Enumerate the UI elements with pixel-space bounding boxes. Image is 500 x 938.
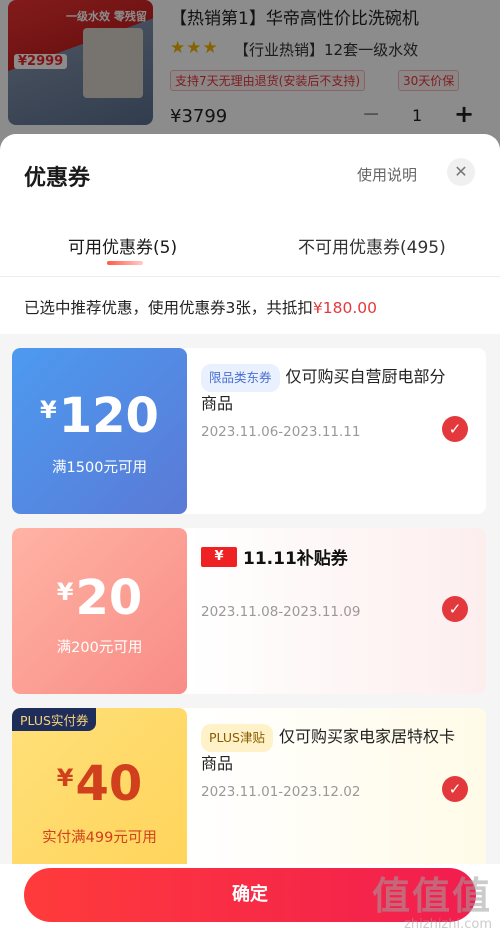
yen-symbol: ¥ (56, 764, 74, 792)
usage-help-link[interactable]: 使用说明 (357, 164, 417, 185)
coupon-amount: ¥40 (12, 756, 187, 812)
plus-coupon-badge: PLUS实付券 (12, 708, 97, 731)
coupon-info: PLUS津贴 仅可购买家电家居特权卡商品 2023.11.01-2023.12.0… (187, 708, 486, 864)
active-tab-indicator (107, 261, 143, 265)
selected-check-icon[interactable]: ✓ (442, 776, 468, 802)
coupon-amount: ¥120 (12, 388, 187, 444)
coupon-card[interactable]: ¥20 满200元可用 ¥ 11.11补贴券 2023.11.08-2023.1… (12, 528, 486, 694)
coupon-validity-date: 2023.11.06-2023.11.11 (201, 424, 361, 440)
watermark-url: zhizhizhi.com (404, 917, 492, 932)
coupon-amount-value: 40 (75, 756, 143, 812)
summary-amount: ¥180.00 (312, 299, 377, 317)
tab-available[interactable]: 可用优惠券(5) (68, 233, 177, 258)
yen-icon: ¥ (201, 546, 237, 567)
yen-symbol: ¥ (40, 396, 57, 424)
close-button[interactable]: ✕ (447, 158, 475, 186)
coupon-sheet: 优惠券 使用说明 ✕ 可用优惠券(5) 不可用优惠券(495) 已选中推荐优惠，… (0, 134, 500, 938)
selected-check-icon[interactable]: ✓ (442, 596, 468, 622)
coupon-description: 限品类东券 仅可购买自营厨电部分商品 (201, 364, 461, 416)
subsidy-label: 11.11补贴券 (243, 549, 348, 569)
coupon-condition: 满1500元可用 (52, 460, 147, 476)
selected-check-icon[interactable]: ✓ (442, 416, 468, 442)
coupon-value-panel: PLUS实付券 ¥40 实付满499元可用 (12, 708, 187, 864)
tab-unavailable[interactable]: 不可用优惠券(495) (298, 233, 446, 258)
coupon-list[interactable]: ¥120 满1500元可用 限品类东券 仅可购买自营厨电部分商品 2023.11.… (0, 334, 500, 864)
coupon-info: ¥ 11.11补贴券 2023.11.08-2023.11.09 ✓ (187, 528, 486, 694)
sheet-footer: 确定 值值值 zhizhizhi.com (0, 864, 500, 938)
coupon-condition: 实付满499元可用 (42, 830, 157, 846)
summary-text: 已选中推荐优惠，使用优惠券3张，共抵扣 (24, 299, 313, 317)
discount-summary: 已选中推荐优惠，使用优惠券3张，共抵扣¥180.00 (24, 296, 377, 318)
coupon-value-panel: ¥20 满200元可用 (12, 528, 187, 694)
coupon-amount-value: 20 (75, 570, 143, 626)
coupon-info: 限品类东券 仅可购买自营厨电部分商品 2023.11.06-2023.11.11 … (187, 348, 486, 514)
close-icon: ✕ (454, 162, 468, 181)
coupon-category-tag: 限品类东券 (201, 364, 280, 392)
coupon-category-tag: PLUS津贴 (201, 724, 273, 752)
yen-symbol: ¥ (56, 578, 74, 606)
sheet-title: 优惠券 (24, 166, 91, 191)
coupon-value-panel: ¥120 满1500元可用 (12, 348, 187, 514)
coupon-condition: 满200元可用 (56, 640, 143, 656)
divider (0, 276, 500, 277)
coupon-description: PLUS津贴 仅可购买家电家居特权卡商品 (201, 724, 461, 776)
watermark-logo: 值值值 (371, 874, 492, 918)
coupon-validity-date: 2023.11.01-2023.12.02 (201, 784, 361, 800)
watermark: 值值值 zhizhizhi.com (372, 875, 492, 932)
coupon-amount: ¥20 (12, 570, 187, 626)
coupon-card[interactable]: ¥120 满1500元可用 限品类东券 仅可购买自营厨电部分商品 2023.11.… (12, 348, 486, 514)
subsidy-coupon-logo: ¥ 11.11补贴券 (201, 544, 348, 569)
coupon-card[interactable]: PLUS实付券 ¥40 实付满499元可用 PLUS津贴 仅可购买家电家居特权卡商… (12, 708, 486, 864)
coupon-amount-value: 120 (58, 388, 159, 444)
coupon-validity-date: 2023.11.08-2023.11.09 (201, 604, 361, 620)
